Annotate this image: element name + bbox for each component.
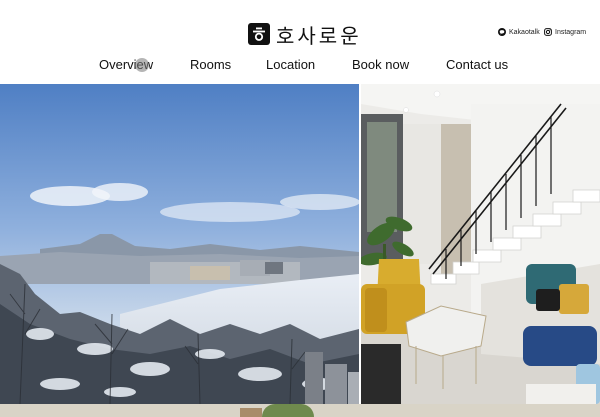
nav-location[interactable]: Location bbox=[266, 57, 315, 72]
nav-contact-us[interactable]: Contact us bbox=[446, 57, 508, 72]
instagram-link[interactable]: Instagram bbox=[544, 28, 586, 36]
site-header: 호사로운 Kakaotalk Instagram Overview Rooms … bbox=[0, 0, 600, 84]
main-nav: Overview Rooms Location Book now Contact… bbox=[0, 57, 600, 77]
brand-name: 호사로운 bbox=[276, 23, 362, 48]
instagram-icon bbox=[544, 28, 552, 36]
kakaotalk-icon bbox=[498, 28, 506, 36]
mouse-cursor-indicator bbox=[135, 58, 149, 72]
brand-logo[interactable]: 호사로운 bbox=[248, 22, 362, 48]
snowy-mountain-view-photo bbox=[0, 84, 359, 404]
preview-plant bbox=[262, 404, 314, 417]
nav-rooms[interactable]: Rooms bbox=[190, 57, 231, 72]
preview-pot bbox=[240, 408, 262, 417]
instagram-label: Instagram bbox=[555, 28, 587, 36]
kakaotalk-link[interactable]: Kakaotalk bbox=[498, 28, 540, 36]
photo-gallery bbox=[0, 84, 600, 404]
living-room-interior-photo bbox=[361, 84, 600, 404]
kakaotalk-label: Kakaotalk bbox=[509, 28, 540, 36]
nav-book-now[interactable]: Book now bbox=[352, 57, 409, 72]
next-section-preview bbox=[0, 404, 600, 417]
hieut-logo-icon bbox=[248, 23, 270, 45]
